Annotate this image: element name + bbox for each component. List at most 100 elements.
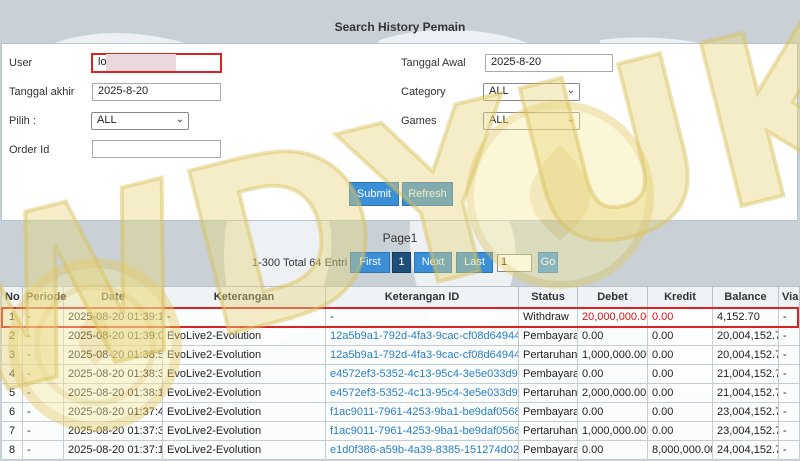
tanggal-awal-input[interactable]: 2025-8-20 <box>485 54 613 72</box>
goto-page-value: 1 <box>501 256 508 268</box>
cell-periode: - <box>22 326 64 346</box>
cell-kredit: 0.00 <box>647 345 713 365</box>
games-select[interactable]: ALL ⌄ <box>483 112 580 130</box>
cell-keterangan: EvoLive2-Evolution <box>162 345 326 365</box>
cell-balance: 20,004,152.70 <box>712 345 779 365</box>
cell-no: 4 <box>1 364 23 384</box>
tanggal-akhir-value: 2025-8-20 <box>98 85 149 97</box>
cell-via: - <box>778 402 800 422</box>
category-select[interactable]: ALL ⌄ <box>483 83 580 101</box>
table-row[interactable]: 2-2025-08-20 01:39:02 EvoLive2-Evolution 1… <box>1 326 800 346</box>
cell-balance: 23,004,152.70 <box>712 402 779 422</box>
cell-kredit: 0.00 <box>647 421 713 441</box>
first-page-button[interactable]: First <box>350 252 390 273</box>
table-row[interactable]: 8-2025-08-20 01:37:17 EvoLive2-Evolution e… <box>1 440 800 460</box>
last-page-button[interactable]: Last <box>456 252 493 273</box>
cell-debet: 2,000,000.00 <box>577 383 648 403</box>
table-row[interactable]: 7-2025-08-20 01:37:38 EvoLive2-Evolution f… <box>1 421 800 441</box>
cell-kredit: 0.00 <box>647 364 713 384</box>
pilih-label: Pilih : <box>9 115 36 127</box>
entries-count: 1-300 Total 64 Entri <box>252 257 348 269</box>
cell-no: 5 <box>1 383 23 403</box>
header-keterangan-id[interactable]: Keterangan ID <box>325 286 519 308</box>
cell-keterangan-id[interactable]: e4572ef3-5352-4c13-95c4-3e5e033d987c <box>325 364 519 384</box>
cell-date: 2025-08-20 01:37:49 <box>63 402 163 422</box>
cell-status: Pembayaran <box>518 402 578 422</box>
cell-keterangan-id[interactable]: f1ac9011-7961-4253-9ba1-be9daf056806 <box>325 421 519 441</box>
page-indicator: Page1 <box>382 231 418 245</box>
current-page-button[interactable]: 1 <box>392 252 411 273</box>
header-kredit[interactable]: Kredit <box>647 286 713 308</box>
table-row[interactable]: 5-2025-08-20 01:38:11 EvoLive2-Evolution e… <box>1 383 800 403</box>
cell-status: Withdraw <box>518 307 578 327</box>
search-form-panel: User lo Tanggal Awal 2025-8-20 Tanggal a… <box>1 43 798 221</box>
cell-keterangan-id[interactable]: e1d0f386-a59b-4a39-8385-151274d02561 <box>325 440 519 460</box>
header-debet[interactable]: Debet <box>577 286 648 308</box>
cell-keterangan-id: - <box>325 307 519 327</box>
cell-status: Pertaruhan <box>518 383 578 403</box>
header-date[interactable]: Date <box>63 286 163 308</box>
header-via[interactable]: Via <box>778 286 800 308</box>
cell-keterangan-id[interactable]: f1ac9011-7961-4253-9ba1-be9daf056806 <box>325 402 519 422</box>
header-status[interactable]: Status <box>518 286 578 308</box>
go-button[interactable]: Go <box>538 252 558 273</box>
cell-keterangan-id[interactable]: 12a5b9a1-792d-4fa3-9cac-cf08d64944c3 <box>325 345 519 365</box>
cell-balance: 20,004,152.70 <box>712 326 779 346</box>
history-table: No Periode Date Keterangan Keterangan ID… <box>1 286 800 460</box>
cell-keterangan: EvoLive2-Evolution <box>162 326 326 346</box>
chevron-down-icon: ⌄ <box>566 114 575 125</box>
order-id-input[interactable] <box>92 140 221 158</box>
header-keterangan[interactable]: Keterangan <box>162 286 326 308</box>
next-page-button[interactable]: Next <box>414 252 452 273</box>
cell-date: 2025-08-20 01:39:12 <box>63 307 163 327</box>
cell-keterangan-id[interactable]: 12a5b9a1-792d-4fa3-9cac-cf08d64944c3 <box>325 326 519 346</box>
cell-keterangan-id[interactable]: e4572ef3-5352-4c13-95c4-3e5e033d987c <box>325 383 519 403</box>
cell-debet: 0.00 <box>577 402 648 422</box>
table-header-row: No Periode Date Keterangan Keterangan ID… <box>1 286 800 308</box>
cell-date: 2025-08-20 01:38:30 <box>63 364 163 384</box>
games-select-value: ALL <box>489 114 509 126</box>
table-row[interactable]: 4 - 2025-08-20 01:38:30 EvoLive2-Evolution e… <box>1 364 800 384</box>
cell-via: - <box>778 307 800 327</box>
pilih-select[interactable]: ALL ⌄ <box>91 112 189 130</box>
cell-date: 2025-08-20 01:38:11 <box>63 383 163 403</box>
cell-balance: 24,004,152.70 <box>712 440 779 460</box>
cell-no: 3 <box>1 345 23 365</box>
pilih-select-value: ALL <box>97 114 117 126</box>
table-row[interactable]: 6 - 2025-08-20 01:37:49 EvoLive2-Evolution f… <box>1 402 800 422</box>
cell-date: 2025-08-20 01:39:02 <box>63 326 163 346</box>
cell-keterangan: EvoLive2-Evolution <box>162 364 326 384</box>
header-no[interactable]: No <box>1 286 23 308</box>
cell-debet: 20,000,000.00 <box>577 307 648 327</box>
submit-button[interactable]: Submit <box>349 182 399 206</box>
tanggal-akhir-input[interactable]: 2025-8-20 <box>92 83 221 101</box>
cell-periode: - <box>22 421 64 441</box>
cell-periode: - <box>22 383 64 403</box>
tanggal-awal-label: Tanggal Awal <box>401 57 466 69</box>
page-title: Search History Pemain <box>334 20 466 34</box>
cell-status: Pembayaran <box>518 326 578 346</box>
cell-debet: 1,000,000.00 <box>577 345 648 365</box>
cell-kredit: 8,000,000.00 <box>647 440 713 460</box>
cell-balance: 23,004,152.70 <box>712 421 779 441</box>
cell-date: 2025-08-20 01:38:52 <box>63 345 163 365</box>
cell-debet: 0.00 <box>577 326 648 346</box>
tanggal-akhir-label: Tanggal akhir <box>9 86 75 98</box>
cell-debet: 0.00 <box>577 364 648 384</box>
cell-no: 8 <box>1 440 23 460</box>
cell-no: 6 <box>1 402 23 422</box>
cell-kredit: 0.00 <box>647 307 713 327</box>
cell-date: 2025-08-20 01:37:38 <box>63 421 163 441</box>
cell-debet: 0.00 <box>577 440 648 460</box>
refresh-button[interactable]: Refresh <box>402 182 453 206</box>
redacted-username-blur <box>106 54 176 71</box>
table-row[interactable]: 1-2025-08-20 01:39:12- - Withdraw 20,000,00… <box>1 307 800 327</box>
goto-page-input[interactable]: 1 <box>497 254 532 272</box>
cell-keterangan: - <box>162 307 326 327</box>
header-periode[interactable]: Periode <box>22 286 66 308</box>
cell-via: - <box>778 364 800 384</box>
cell-status: Pertaruhan <box>518 421 578 441</box>
cell-keterangan: EvoLive2-Evolution <box>162 402 326 422</box>
table-row[interactable]: 3-2025-08-20 01:38:52 EvoLive2-Evolution 1… <box>1 345 800 365</box>
header-balance[interactable]: Balance <box>712 286 779 308</box>
